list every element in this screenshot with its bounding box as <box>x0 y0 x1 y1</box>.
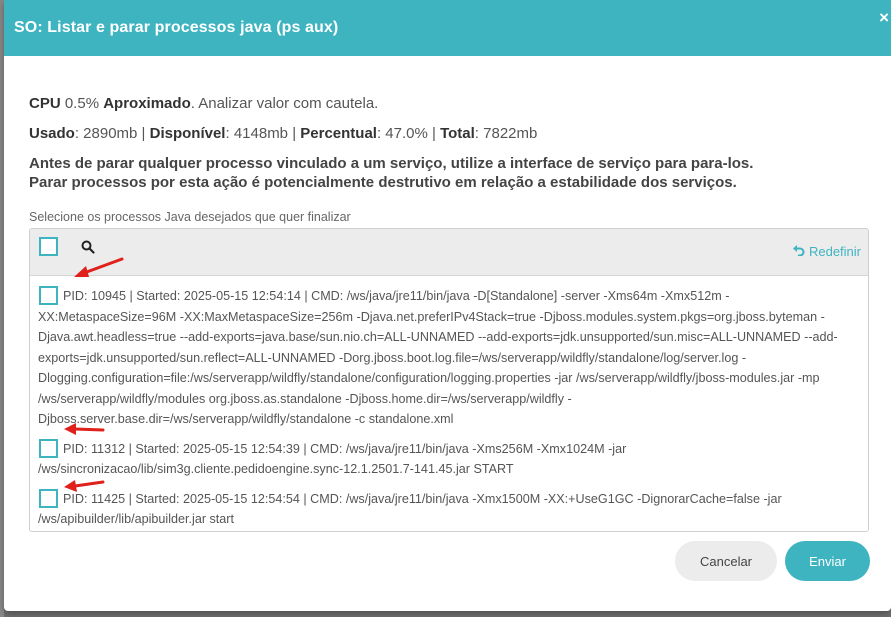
process-text: PID: 11312 | Started: 2025-05-15 12:54:3… <box>38 441 627 477</box>
annotation-arrow-icon <box>64 423 105 435</box>
cpu-value: 0.5% <box>64 95 100 112</box>
warning-text: Antes de parar qualquer processo vincula… <box>29 154 869 192</box>
process-item[interactable]: PID: 10945 | Started: 2025-05-15 12:54:1… <box>30 286 868 430</box>
process-text: PID: 11425 | Started: 2025-05-15 12:54:5… <box>38 491 782 527</box>
process-checkbox[interactable] <box>39 286 58 305</box>
process-text: PID: 10945 | Started: 2025-05-15 12:54:1… <box>38 289 838 426</box>
modal-header: SO: Listar e parar processos java (ps au… <box>4 0 891 56</box>
cpu-approx: Aproximado <box>103 95 191 112</box>
select-all-checkbox[interactable] <box>39 237 58 256</box>
cpu-line: CPU 0.5% Aproximado. Analizar valor com … <box>29 94 869 114</box>
list-toolbar: Redefinir <box>30 229 868 276</box>
selection-label: Selecione os processos Java desejados qu… <box>29 210 351 224</box>
warning-line-1: Antes de parar qualquer processo vincula… <box>29 155 754 172</box>
percent-label: Percentual <box>300 125 377 142</box>
warning-line-2: Parar processos por esta ação é potencia… <box>29 174 737 191</box>
percent-value: : 47.0% | <box>376 125 441 142</box>
process-item[interactable]: PID: 11312 | Started: 2025-05-15 12:54:3… <box>30 438 868 480</box>
available-value: : 4148mb | <box>225 125 301 142</box>
undo-icon <box>792 244 805 259</box>
memory-line: Usado: 2890mb | Disponível: 4148mb | Per… <box>29 124 869 144</box>
total-label: Total <box>440 125 475 142</box>
cpu-label: CPU <box>29 95 61 112</box>
process-list: Redefinir PID: 10945 | Started: 2025-05-… <box>29 228 869 532</box>
annotation-arrow-icon <box>74 257 124 277</box>
process-checkbox[interactable] <box>39 438 58 458</box>
used-value: : 2890mb | <box>74 125 150 142</box>
cpu-note: . Analizar valor com cautela. <box>190 95 379 112</box>
process-modal: SO: Listar e parar processos java (ps au… <box>4 0 891 611</box>
modal-body: CPU 0.5% Aproximado. Analizar valor com … <box>4 94 891 532</box>
used-label: Usado <box>29 125 75 142</box>
available-label: Disponível <box>149 125 226 142</box>
reset-label: Redefinir <box>808 244 861 259</box>
modal-title: SO: Listar e parar processos java (ps au… <box>14 19 339 36</box>
reset-button[interactable]: Redefinir <box>792 244 861 259</box>
modal-footer: Cancelar Enviar <box>675 541 870 581</box>
annotation-arrow-icon <box>64 480 105 492</box>
total-value: : 7822mb <box>474 125 538 142</box>
send-button[interactable]: Enviar <box>785 541 870 581</box>
close-icon[interactable]: × <box>879 8 889 28</box>
process-checkbox[interactable] <box>39 488 58 508</box>
process-items: PID: 10945 | Started: 2025-05-15 12:54:1… <box>30 276 868 530</box>
cancel-button[interactable]: Cancelar <box>675 541 777 581</box>
process-item[interactable]: PID: 11425 | Started: 2025-05-15 12:54:5… <box>30 488 868 530</box>
